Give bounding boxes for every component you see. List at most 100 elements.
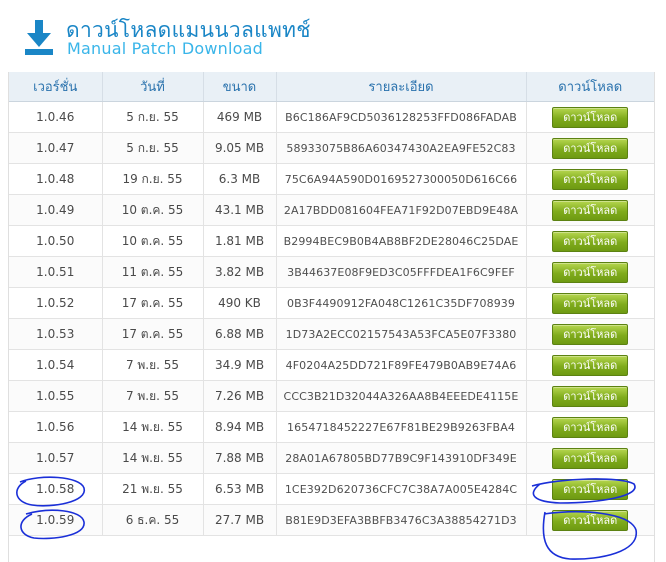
download-arrow-icon — [25, 20, 53, 55]
table-row: 1.0.56 14 พ.ย. 55 8.94 MB 1654718452227E67F… — [9, 411, 654, 443]
version-cell: 1.0.58 — [9, 473, 103, 505]
size-cell: 9.05 MB — [203, 132, 277, 164]
column-header-download: ดาวน์โหลด — [526, 72, 654, 102]
size-cell: 6.88 MB — [203, 318, 277, 350]
date-cell: 17 ต.ค. 55 — [102, 318, 204, 350]
table-row: 1.0.50 10 ต.ค. 55 1.81 MB B2994BEC9B0B4AB8B… — [9, 225, 654, 257]
version-cell: 1.0.56 — [9, 411, 103, 443]
column-header-version: เวอร์ชั่น — [9, 72, 103, 102]
date-cell: 5 ก.ย. 55 — [102, 132, 204, 164]
version-cell: 1.0.55 — [9, 380, 103, 412]
download-button[interactable]: ดาวน์โหลด — [552, 292, 629, 314]
download-cell: ดาวน์โหลด — [526, 442, 654, 474]
download-button[interactable]: ดาวน์โหลด — [552, 478, 629, 500]
download-cell: ดาวน์โหลด — [526, 411, 654, 443]
detail-cell: 1654718452227E67F81BE29B9263FBA4 — [276, 411, 527, 443]
download-cell: ดาวน์โหลด — [526, 194, 654, 226]
download-button[interactable]: ดาวน์โหลด — [552, 137, 629, 159]
patch-table-container: เวอร์ชั่น วันที่ ขนาด รายละเอียด ดาวน์โห… — [8, 72, 655, 562]
table-row: 1.0.49 10 ต.ค. 55 43.1 MB 2A17BDD081604FEA7… — [9, 194, 654, 226]
column-header-detail: รายละเอียด — [276, 72, 527, 102]
table-row: 1.0.55 7 พ.ย. 55 7.26 MB CCC3B21D32044A326A… — [9, 380, 654, 412]
table-row: 1.0.58 21 พ.ย. 55 6.53 MB 1CE392D620736CFC7… — [9, 473, 654, 505]
detail-cell: 3B44637E08F9ED3C05FFFDEA1F6C9FEF — [276, 256, 527, 288]
size-cell: 469 MB — [203, 101, 277, 133]
size-cell: 490 KB — [203, 287, 277, 319]
download-cell: ดาวน์โหลด — [526, 163, 654, 195]
size-cell: 27.7 MB — [203, 504, 277, 536]
page-header: ดาวน์โหลดแมนนวลแพทช์ Manual Patch Downlo… — [0, 0, 666, 70]
detail-cell: 75C6A94A590D0169527300050D616C66 — [276, 163, 527, 195]
size-cell: 43.1 MB — [203, 194, 277, 226]
version-cell: 1.0.50 — [9, 225, 103, 257]
size-cell: 6.53 MB — [203, 473, 277, 505]
table-row: 1.0.52 17 ต.ค. 55 490 KB 0B3F4490912FA048C1… — [9, 287, 654, 319]
detail-cell: B2994BEC9B0B4AB8BF2DE28046C25DAE — [276, 225, 527, 257]
version-cell: 1.0.59 — [9, 504, 103, 536]
size-cell: 1.81 MB — [203, 225, 277, 257]
size-cell: 34.9 MB — [203, 349, 277, 381]
download-button[interactable]: ดาวน์โหลด — [552, 106, 629, 128]
date-cell: 11 ต.ค. 55 — [102, 256, 204, 288]
table-row: 1.0.48 19 ก.ย. 55 6.3 MB 75C6A94A590D016952… — [9, 163, 654, 195]
date-cell: 10 ต.ค. 55 — [102, 194, 204, 226]
download-button[interactable]: ดาวน์โหลด — [552, 509, 629, 531]
table-row: 1.0.54 7 พ.ย. 55 34.9 MB 4F0204A25DD721F89F… — [9, 349, 654, 381]
column-header-size: ขนาด — [203, 72, 277, 102]
table-row: 1.0.53 17 ต.ค. 55 6.88 MB 1D73A2ECC02157543… — [9, 318, 654, 350]
table-row: 1.0.59 6 ธ.ค. 55 27.7 MB B81E9D3EFA3BBFB347… — [9, 504, 654, 536]
version-cell: 1.0.57 — [9, 442, 103, 474]
date-cell: 19 ก.ย. 55 — [102, 163, 204, 195]
date-cell: 14 พ.ย. 55 — [102, 442, 204, 474]
date-cell: 21 พ.ย. 55 — [102, 473, 204, 505]
table-row: 1.0.57 14 พ.ย. 55 7.88 MB 28A01A67805BD77B9… — [9, 442, 654, 474]
table-row: 1.0.47 5 ก.ย. 55 9.05 MB 58933075B86A603474… — [9, 132, 654, 164]
size-cell: 8.94 MB — [203, 411, 277, 443]
date-cell: 6 ธ.ค. 55 — [102, 504, 204, 536]
download-cell: ดาวน์โหลด — [526, 318, 654, 350]
detail-cell: 2A17BDD081604FEA71F92D07EBD9E48A — [276, 194, 527, 226]
download-cell: ดาวน์โหลด — [526, 101, 654, 133]
version-cell: 1.0.54 — [9, 349, 103, 381]
detail-cell: 28A01A67805BD77B9C9F143910DF349E — [276, 442, 527, 474]
download-cell: ดาวน์โหลด — [526, 504, 654, 536]
patch-table: เวอร์ชั่น วันที่ ขนาด รายละเอียด ดาวน์โห… — [9, 72, 654, 536]
size-cell: 6.3 MB — [203, 163, 277, 195]
date-cell: 17 ต.ค. 55 — [102, 287, 204, 319]
page-title-english: Manual Patch Download — [67, 39, 263, 58]
download-button[interactable]: ดาวน์โหลด — [552, 199, 629, 221]
table-header-row: เวอร์ชั่น วันที่ ขนาด รายละเอียด ดาวน์โห… — [9, 72, 654, 102]
size-cell: 7.88 MB — [203, 442, 277, 474]
version-cell: 1.0.53 — [9, 318, 103, 350]
download-cell: ดาวน์โหลด — [526, 380, 654, 412]
size-cell: 7.26 MB — [203, 380, 277, 412]
date-cell: 7 พ.ย. 55 — [102, 349, 204, 381]
download-button[interactable]: ดาวน์โหลด — [552, 261, 629, 283]
download-button[interactable]: ดาวน์โหลด — [552, 323, 629, 345]
download-cell: ดาวน์โหลด — [526, 225, 654, 257]
detail-cell: 1CE392D620736CFC7C38A7A005E4284C — [276, 473, 527, 505]
detail-cell: B6C186AF9CD5036128253FFD086FADAB — [276, 101, 527, 133]
download-cell: ดาวน์โหลด — [526, 287, 654, 319]
date-cell: 5 ก.ย. 55 — [102, 101, 204, 133]
download-cell: ดาวน์โหลด — [526, 256, 654, 288]
download-button[interactable]: ดาวน์โหลด — [552, 416, 629, 438]
table-row: 1.0.46 5 ก.ย. 55 469 MB B6C186AF9CD50361282… — [9, 101, 654, 133]
version-cell: 1.0.48 — [9, 163, 103, 195]
date-cell: 7 พ.ย. 55 — [102, 380, 204, 412]
table-row: 1.0.51 11 ต.ค. 55 3.82 MB 3B44637E08F9ED3C0… — [9, 256, 654, 288]
column-header-date: วันที่ — [102, 72, 204, 102]
download-button[interactable]: ดาวน์โหลด — [552, 230, 629, 252]
download-button[interactable]: ดาวน์โหลด — [552, 385, 629, 407]
download-button[interactable]: ดาวน์โหลด — [552, 354, 629, 376]
version-cell: 1.0.52 — [9, 287, 103, 319]
date-cell: 10 ต.ค. 55 — [102, 225, 204, 257]
download-button[interactable]: ดาวน์โหลด — [552, 447, 629, 469]
version-cell: 1.0.51 — [9, 256, 103, 288]
detail-cell: 1D73A2ECC02157543A53FCA5E07F3380 — [276, 318, 527, 350]
detail-cell: CCC3B21D32044A326AA8B4EEEDE4115E — [276, 380, 527, 412]
detail-cell: 4F0204A25DD721F89FE479B0AB9E74A6 — [276, 349, 527, 381]
download-button[interactable]: ดาวน์โหลด — [552, 168, 629, 190]
date-cell: 14 พ.ย. 55 — [102, 411, 204, 443]
version-cell: 1.0.49 — [9, 194, 103, 226]
